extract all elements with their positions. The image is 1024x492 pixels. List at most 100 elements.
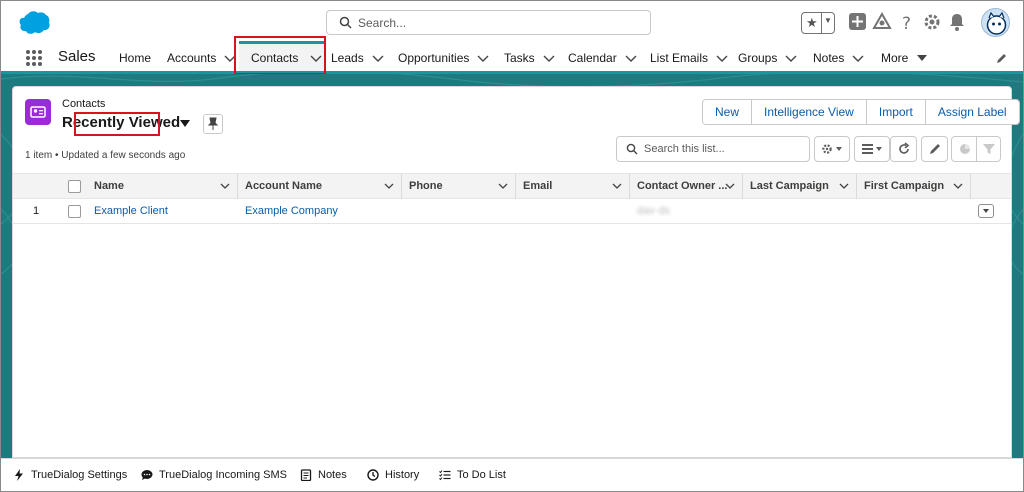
chevron-down-icon[interactable]	[625, 53, 637, 63]
nav-item-notes[interactable]: Notes	[813, 41, 864, 71]
edit-list-button[interactable]	[921, 136, 948, 162]
astro-avatar-icon	[986, 11, 1007, 35]
utility-label: TrueDialog Incoming SMS	[159, 469, 287, 481]
notes-icon	[300, 469, 312, 481]
refresh-icon	[899, 142, 910, 154]
nav-item-list-emails[interactable]: List Emails	[650, 41, 728, 71]
contact-name-link[interactable]: Example Client	[94, 205, 168, 217]
nav-item-groups[interactable]: Groups	[738, 41, 797, 71]
app-navigation-bar: Sales Home Accounts Contacts Leads Oppor…	[1, 41, 1023, 74]
column-label: Name	[94, 180, 124, 192]
account-name-link[interactable]: Example Company	[245, 205, 338, 217]
gear-dropdown-icon	[822, 144, 842, 154]
column-header-name[interactable]: Name	[87, 174, 238, 199]
row-actions-button[interactable]	[978, 204, 994, 218]
chevron-down-icon[interactable]	[477, 53, 489, 63]
row-number: 1	[33, 205, 40, 217]
utility-item-history[interactable]: History	[367, 469, 419, 481]
table-header: Name Account Name Phone Email Contact Ow…	[13, 173, 1011, 199]
nav-item-label: Accounts	[167, 51, 217, 65]
nav-item-label: Tasks	[504, 51, 535, 65]
utility-item-to-do-list[interactable]: To Do List	[439, 469, 506, 481]
nav-item-leads[interactable]: Leads	[331, 41, 384, 71]
column-header-account-name[interactable]: Account Name	[238, 174, 402, 199]
display-as-button[interactable]	[854, 136, 890, 162]
chevron-down-icon[interactable]	[785, 53, 797, 63]
column-header-contact-owner[interactable]: Contact Owner ...	[630, 174, 743, 199]
help-icon[interactable]: ?	[897, 12, 917, 32]
nav-item-tasks[interactable]: Tasks	[504, 41, 555, 71]
edit-nav-pencil-icon[interactable]	[995, 52, 1008, 65]
list-meta-info: 1 item • Updated a few seconds ago	[25, 150, 186, 161]
chevron-down-icon[interactable]	[543, 53, 555, 63]
chevron-down-icon[interactable]	[852, 53, 864, 63]
chevron-down-icon[interactable]	[372, 53, 384, 63]
chart-icon[interactable]	[958, 142, 972, 156]
column-label: First Campaign	[864, 180, 945, 192]
column-label: Last Campaign	[750, 180, 829, 192]
app-launcher-icon[interactable]	[25, 49, 43, 67]
utility-item-truedialog-settings[interactable]: TrueDialog Settings	[13, 469, 127, 481]
utility-item-truedialog-incoming-sms[interactable]: TrueDialog Incoming SMS	[141, 469, 287, 481]
global-header: Search... ★ ▼ ?	[1, 1, 1023, 41]
column-label: Account Name	[245, 180, 323, 192]
row-checkbox[interactable]	[68, 205, 81, 218]
column-label: Email	[523, 180, 553, 192]
nav-item-label: Leads	[331, 51, 364, 65]
refresh-button[interactable]	[890, 136, 917, 162]
intelligence-view-button[interactable]: Intelligence View	[752, 100, 867, 124]
chevron-down-icon[interactable]	[220, 183, 230, 190]
object-label: Contacts	[62, 98, 106, 110]
chevron-down-icon[interactable]	[498, 183, 508, 190]
assign-label-button[interactable]: Assign Label	[925, 100, 1019, 124]
chevron-down-icon[interactable]	[612, 183, 622, 190]
contact-owner-cell[interactable]: dav·ds	[637, 205, 670, 217]
column-header-last-campaign[interactable]: Last Campaign	[743, 174, 857, 199]
nav-item-label: Opportunities	[398, 51, 470, 65]
trailhead-icon[interactable]	[872, 12, 892, 32]
column-header-phone[interactable]: Phone	[402, 174, 516, 199]
chevron-down-icon[interactable]	[725, 183, 735, 190]
utility-item-notes[interactable]: Notes	[300, 469, 347, 481]
search-placeholder: Search...	[358, 16, 407, 30]
list-search-input[interactable]: Search this list...	[616, 136, 810, 162]
utility-label: TrueDialog Settings	[31, 469, 128, 481]
filter-icon[interactable]	[982, 142, 996, 156]
notifications-bell-icon[interactable]	[947, 12, 967, 32]
chevron-down-icon[interactable]: ▼	[824, 16, 832, 25]
column-header-email[interactable]: Email	[516, 174, 630, 199]
gear-icon[interactable]	[922, 12, 942, 32]
contacts-object-icon	[25, 99, 51, 125]
nav-item-home[interactable]: Home	[119, 41, 151, 71]
nav-item-calendar[interactable]: Calendar	[568, 41, 637, 71]
list-controls-button[interactable]	[814, 136, 850, 162]
column-header-first-campaign[interactable]: First Campaign	[857, 174, 971, 199]
nav-item-opportunities[interactable]: Opportunities	[398, 41, 489, 71]
pin-list-view-button[interactable]	[203, 114, 223, 134]
nav-item-label: Calendar	[568, 51, 617, 65]
user-avatar[interactable]	[981, 8, 1010, 37]
new-button[interactable]: New	[703, 100, 753, 124]
chevron-down-icon[interactable]	[384, 183, 394, 190]
caret-down-icon[interactable]	[180, 120, 190, 128]
salesforce-cloud-logo[interactable]	[14, 10, 50, 35]
caret-down-icon[interactable]	[916, 53, 928, 63]
column-label: Contact Owner ...	[637, 180, 728, 192]
chevron-down-icon[interactable]	[839, 183, 849, 190]
global-search-input[interactable]: Search...	[326, 10, 651, 35]
nav-item-more[interactable]: More	[881, 41, 928, 71]
utility-label: Notes	[318, 469, 347, 481]
nav-item-accounts[interactable]: Accounts	[167, 41, 236, 71]
import-button[interactable]: Import	[866, 100, 926, 124]
chart-filter-button-group	[951, 136, 1001, 162]
select-all-checkbox[interactable]	[68, 180, 81, 193]
nav-item-label: Groups	[738, 51, 778, 65]
chevron-down-icon[interactable]	[716, 53, 728, 63]
caret-down-icon	[983, 209, 989, 213]
global-actions-plus-icon[interactable]	[848, 12, 868, 32]
favorites-button[interactable]: ★ ▼	[801, 12, 835, 34]
chevron-down-icon[interactable]	[953, 183, 963, 190]
nav-item-label: Notes	[813, 51, 845, 65]
nav-item-label: More	[881, 51, 909, 65]
pin-icon	[207, 117, 219, 130]
